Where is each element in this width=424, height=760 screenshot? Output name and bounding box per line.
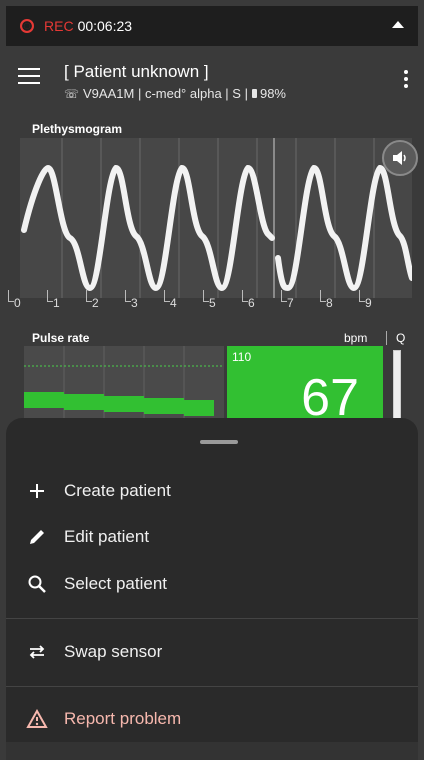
pulse-unit: bpm	[344, 331, 368, 345]
more-options-icon[interactable]	[404, 70, 408, 91]
report-problem-item[interactable]: Report problem	[6, 696, 418, 742]
caret-up-icon[interactable]	[392, 21, 404, 28]
select-patient-item[interactable]: Select patient	[6, 561, 418, 607]
plus-icon	[22, 482, 52, 500]
menu-item-label: Create patient	[64, 481, 171, 500]
pleth-time-axis: 0 1 2 3 4 5 6 7 8 9	[0, 290, 412, 316]
time-tick: 5	[203, 290, 216, 310]
menu-item-label: Edit patient	[64, 527, 150, 546]
divider	[386, 331, 387, 345]
patient-subtitle: ☏ V9AA1M | c-med° alpha | S | 98%	[64, 86, 286, 101]
swap-sensor-item[interactable]: Swap sensor	[6, 629, 418, 675]
time-tick: 3	[125, 290, 138, 310]
time-tick: 6	[242, 290, 255, 310]
pulse-rate-label: Pulse rate	[32, 331, 90, 345]
record-icon	[20, 19, 34, 33]
time-tick: 4	[164, 290, 177, 310]
divider	[6, 618, 418, 619]
menu-item-label: Select patient	[64, 574, 168, 593]
app-bar: [ Patient unknown ] ☏ V9AA1M | c-med° al…	[6, 46, 418, 120]
sensor-id: V9AA1M	[83, 86, 135, 101]
pleth-label: Plethysmogram	[32, 122, 123, 136]
pulse-upper-limit: 110	[232, 350, 252, 364]
time-tick: 1	[47, 290, 60, 310]
edit-patient-item[interactable]: Edit patient	[6, 514, 418, 560]
signal-quality-bar	[393, 350, 401, 420]
speaker-icon	[393, 151, 406, 165]
divider	[6, 686, 418, 687]
mode-label: S	[232, 86, 241, 101]
patient-title: [ Patient unknown ]	[64, 62, 209, 81]
volume-button[interactable]	[382, 140, 418, 176]
quality-label: Q	[396, 331, 406, 345]
menu-item-label: Report problem	[64, 709, 182, 728]
time-tick: 8	[320, 290, 333, 310]
time-tick: 2	[86, 290, 99, 310]
swap-icon	[22, 644, 52, 660]
battery-icon	[251, 89, 257, 98]
warning-icon	[22, 709, 52, 729]
plethysmogram-panel: Plethysmogram	[20, 120, 412, 318]
pencil-icon	[22, 527, 52, 547]
search-icon	[22, 574, 52, 594]
menu-item-label: Swap sensor	[64, 642, 163, 661]
device-name: c-med° alpha	[144, 86, 222, 101]
drag-handle[interactable]	[200, 440, 238, 444]
sheet-footer	[6, 742, 418, 760]
create-patient-item[interactable]: Create patient	[6, 468, 418, 514]
time-tick: 9	[359, 290, 372, 310]
time-tick: 7	[281, 290, 294, 310]
pulse-trend-chart	[24, 346, 224, 422]
pulse-value-tile[interactable]: 110 67	[227, 346, 383, 427]
rec-time: 00:06:23	[77, 18, 133, 34]
rec-label: REC	[44, 18, 74, 34]
sensor-icon: ☏	[64, 86, 80, 101]
time-tick: 0	[8, 290, 21, 310]
battery-level: 98%	[259, 86, 286, 101]
menu-icon[interactable]	[18, 68, 40, 84]
status-bar: REC 00:06:23	[6, 6, 418, 46]
pleth-waveform	[20, 138, 412, 298]
